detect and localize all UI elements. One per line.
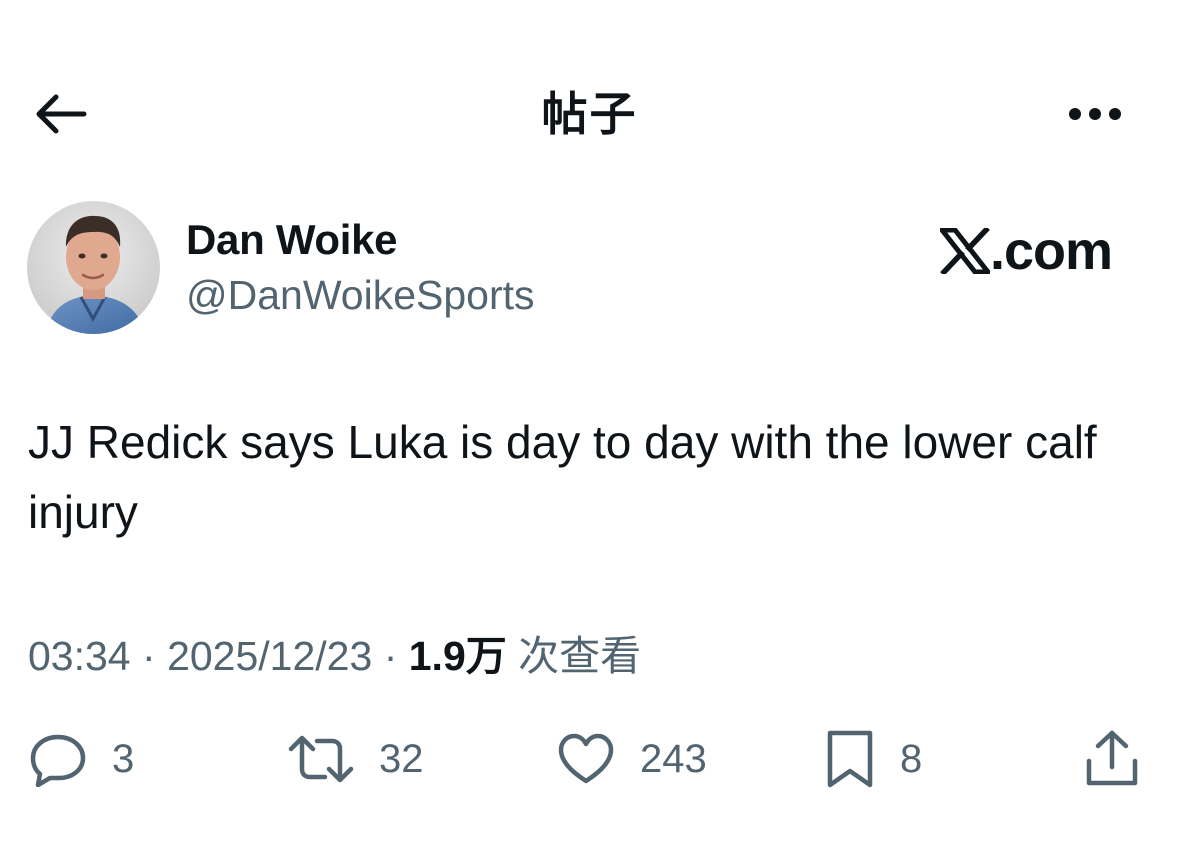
tweet-text: JJ Redick says Luka is day to day with t… [28, 416, 1097, 538]
bookmark-count: 8 [900, 737, 923, 781]
bookmark-icon [827, 730, 873, 788]
repost-count: 32 [379, 737, 424, 781]
bookmark-button[interactable]: 8 [824, 726, 922, 792]
share-button[interactable] [1084, 726, 1140, 792]
like-button[interactable]: 243 [556, 726, 707, 792]
author-display-name[interactable]: Dan Woike [186, 212, 398, 268]
reply-icon [30, 734, 86, 787]
reply-button[interactable]: 3 [28, 726, 134, 792]
avatar-image [27, 201, 160, 334]
x-com-watermark: .com [940, 219, 1113, 283]
x-com-text: .com [990, 221, 1113, 281]
repost-icon [288, 735, 354, 783]
more-options-button[interactable] [1060, 92, 1130, 136]
like-count: 243 [640, 737, 707, 781]
reply-count: 3 [112, 737, 135, 781]
more-horizontal-icon [1069, 108, 1121, 120]
tweet-meta: 03:34 · 2025/12/23 · 1.9万 次查看 [28, 628, 641, 684]
heart-icon [558, 733, 614, 784]
page-title: 帖子 [541, 88, 638, 140]
tweet-date[interactable]: 2025/12/23 [167, 633, 372, 679]
repost-button[interactable]: 32 [287, 726, 424, 792]
tweet-time[interactable]: 03:34 [28, 633, 131, 679]
meta-separator: · [383, 633, 398, 679]
avatar[interactable] [27, 201, 160, 334]
meta-separator: · [142, 633, 156, 679]
share-icon [1086, 730, 1138, 786]
x-logo-icon [940, 228, 990, 274]
views-label: 次查看 [518, 633, 642, 679]
views-count: 1.9万 [408, 633, 507, 679]
author-handle[interactable]: @DanWoikeSports [186, 267, 535, 323]
